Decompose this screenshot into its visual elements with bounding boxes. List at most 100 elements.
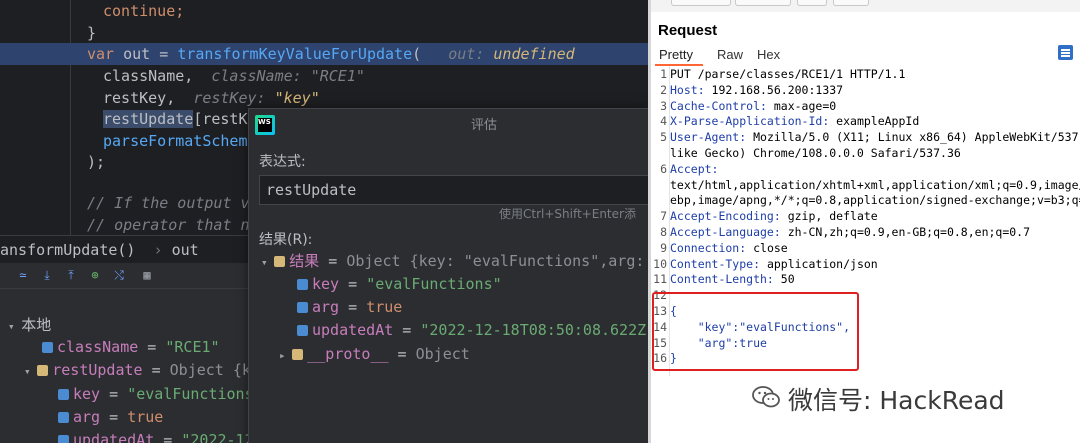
field-value: true	[366, 298, 403, 316]
result-node[interactable]: ▾ 结果 = Object {key: "evalFunctions",arg:…	[261, 250, 648, 273]
header-name: Cache-Control:	[670, 98, 767, 113]
tab-pretty[interactable]: Pretty	[659, 47, 693, 62]
object-icon	[274, 256, 286, 267]
object-icon	[37, 365, 49, 376]
request-line: 9 Connection: close	[651, 240, 1080, 256]
code-line: }	[0, 22, 648, 44]
top-tab[interactable]	[797, 0, 827, 6]
line-text: max-age=0	[766, 98, 837, 113]
evaluate-icon[interactable]: ⤭	[112, 268, 126, 282]
line-text: text/html,application/xhtml+xml,applicat…	[670, 177, 1080, 192]
line-text: Mozilla/5.0 (X11; Linux x86_64) AppleWeb…	[753, 130, 1080, 145]
tab-hex[interactable]: Hex	[757, 47, 780, 62]
result-field-row[interactable]: arg = true	[297, 296, 402, 319]
variable-icon	[42, 342, 53, 353]
variable-row[interactable]: arg = true	[58, 406, 163, 428]
top-tab[interactable]	[735, 0, 791, 6]
variable-name: key	[73, 385, 101, 403]
request-title: Request	[658, 22, 718, 39]
header-name: Host:	[670, 82, 705, 97]
request-line: ebp,image/apng,*/*;q=0.8,application/sig…	[651, 192, 1080, 208]
line-number: 5	[660, 130, 667, 145]
dialog-titlebar[interactable]: WS 评估	[249, 109, 648, 143]
chevron-right-icon[interactable]: ▸	[279, 349, 292, 362]
variable-eq: =	[154, 431, 182, 443]
step-out-icon[interactable]: ⤒	[64, 268, 78, 282]
request-line: like Gecko) Chrome/108.0.0.0 Safari/537.…	[651, 145, 1080, 161]
line-text: PUT /parse/classes/RCE1/1 HTTP/1.1	[670, 67, 906, 81]
code-token: className,	[103, 67, 194, 85]
variable-name: updatedAt	[73, 431, 155, 443]
expression-label: 表达式:	[259, 154, 306, 170]
code-line: className, className: "RCE1"	[0, 65, 648, 87]
variable-row[interactable]: ▾ restUpdate = Object {ke	[24, 359, 260, 381]
step-over-icon[interactable]: ≃	[16, 268, 30, 282]
field-name: key	[312, 275, 340, 293]
inline-hint-value: "key"	[274, 89, 320, 107]
tree-node-local[interactable]: ▾ 本地	[8, 314, 51, 336]
line-text: application/json	[760, 256, 878, 271]
breadcrumb-separator-icon: ›	[153, 241, 163, 259]
breadcrumb-item[interactable]: out	[172, 241, 199, 259]
request-line: 2 Host: 192.168.56.200:1337	[651, 82, 1080, 98]
step-into-icon[interactable]: ⤓	[40, 268, 54, 282]
line-number: 8	[660, 225, 667, 239]
field-name: arg	[312, 298, 340, 316]
variable-eq: =	[142, 361, 170, 379]
request-line: 1 PUT /parse/classes/RCE1/1 HTTP/1.1	[651, 66, 1080, 82]
result-name: 结果	[289, 252, 320, 270]
breadcrumb-function[interactable]: ansformUpdate()	[0, 241, 135, 259]
line-wrap-icon[interactable]	[1058, 45, 1073, 60]
code-token: // If the output va	[87, 194, 259, 212]
watermark-text: 微信号: HackRead	[788, 386, 1005, 415]
field-value: "2022-12-18T08:50:08.622Z"	[420, 321, 648, 339]
result-field-row[interactable]: ▸ __proto__ = Object	[279, 343, 470, 366]
result-field-row[interactable]: key = "evalFunctions"	[297, 273, 502, 296]
inline-hint: restKey:	[193, 89, 275, 107]
result-field-row[interactable]: updatedAt = "2022-12-18T08:50:08.622Z"	[297, 319, 648, 342]
line-number: 3	[660, 98, 667, 113]
code-token: var	[87, 45, 115, 63]
top-tab[interactable]	[833, 0, 869, 6]
variable-name: className	[57, 338, 139, 356]
variable-value: true	[127, 408, 164, 426]
chevron-down-icon[interactable]: ▾	[24, 365, 37, 378]
variable-eq: =	[100, 385, 128, 403]
request-line: 7 Accept-Encoding: gzip, deflate	[651, 208, 1080, 224]
line-number: 7	[660, 209, 667, 224]
top-tab-strip	[651, 0, 1080, 12]
variable-eq: =	[138, 338, 166, 356]
code-line: restKey, restKey: "key"	[0, 87, 648, 109]
variable-icon	[58, 435, 69, 443]
variable-icon	[58, 389, 69, 400]
result-label: 结果(R):	[259, 232, 313, 248]
top-tab[interactable]	[671, 0, 731, 6]
line-number: 2	[660, 82, 667, 97]
code-token: }	[87, 24, 97, 42]
line-text: 192.168.56.200:1337	[704, 82, 844, 97]
chevron-down-icon[interactable]: ▾	[261, 256, 274, 269]
burp-request-panel: Request Pretty Raw Hex 1 PUT /parse/class…	[648, 0, 1080, 443]
view-tabs: Pretty Raw Hex	[651, 44, 1080, 66]
chevron-down-icon[interactable]: ▾	[8, 320, 21, 333]
expression-input[interactable]: restUpdate	[259, 175, 648, 205]
header-name: Content-Length:	[670, 272, 774, 287]
variable-value: "evalFunctions"	[127, 385, 263, 403]
object-icon	[292, 349, 304, 360]
variable-row[interactable]: className = "RCE1"	[42, 336, 220, 358]
tab-raw[interactable]: Raw	[717, 47, 743, 62]
variable-row[interactable]: key = "evalFunctions"	[58, 383, 263, 405]
line-text: like Gecko) Chrome/108.0.0.0 Safari/537.…	[670, 146, 961, 160]
run-to-cursor-icon[interactable]: ⊕	[88, 268, 102, 282]
header-name: Content-Type:	[670, 256, 761, 271]
table-icon[interactable]: ▦	[140, 268, 154, 282]
code-token: );	[87, 153, 106, 171]
variable-name: restUpdate	[52, 361, 143, 379]
request-line: 8 Accept-Language: zh-CN,zh;q=0.9,en-GB;q…	[651, 224, 1080, 240]
inline-hint: className: "RCE1"	[211, 67, 365, 85]
field-icon	[297, 302, 308, 313]
line-text: gzip, deflate	[780, 209, 878, 224]
line-number: 11	[653, 272, 667, 287]
request-line: text/html,application/xhtml+xml,applicat…	[651, 177, 1080, 193]
variable-row[interactable]: updatedAt = "2022-12-	[58, 429, 263, 443]
